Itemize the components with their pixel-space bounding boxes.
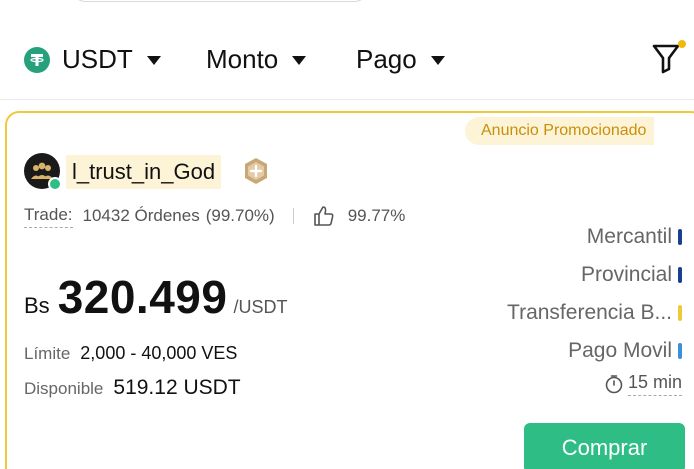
payment-filter-label: Pago bbox=[356, 44, 417, 74]
filter-active-dot bbox=[678, 40, 686, 48]
divider bbox=[0, 99, 694, 100]
available-label: Disponible bbox=[24, 379, 104, 398]
payment-method-color bbox=[678, 267, 682, 283]
time-limit-value: 15 min bbox=[627, 372, 682, 396]
timer-icon bbox=[605, 375, 623, 394]
payment-method: Mercantil bbox=[422, 218, 682, 256]
limit-row: Límite 2,000 - 40,000 VES bbox=[24, 343, 237, 364]
thumbs-up-icon bbox=[313, 206, 334, 226]
limit-value: 2,000 - 40,000 VES bbox=[80, 343, 238, 363]
payment-methods: Mercantil Provincial Transferencia B... … bbox=[422, 218, 682, 370]
chevron-down-icon bbox=[146, 56, 161, 65]
filter-bar: USDT Monto Pago bbox=[0, 30, 694, 92]
limit-label: Límite bbox=[24, 344, 71, 363]
positive-rate: 99.77% bbox=[347, 206, 406, 225]
online-status-dot bbox=[48, 177, 62, 191]
merchant-name[interactable]: l_trust_in_God bbox=[66, 155, 222, 189]
trade-label[interactable]: Trade: bbox=[24, 205, 73, 228]
asset-filter-label: USDT bbox=[62, 44, 133, 74]
chevron-down-icon bbox=[430, 56, 445, 65]
search-bar[interactable] bbox=[70, 0, 370, 2]
payment-method-name: Mercantil bbox=[586, 225, 672, 248]
funnel-icon[interactable] bbox=[651, 42, 681, 74]
payment-method-color bbox=[678, 229, 682, 245]
stats-divider bbox=[292, 208, 294, 224]
payment-method: Provincial bbox=[422, 256, 682, 294]
medal-icon bbox=[245, 158, 267, 184]
price-value: 320.499 bbox=[57, 271, 228, 323]
asset-filter[interactable]: USDT bbox=[24, 44, 161, 75]
buy-button[interactable]: Comprar bbox=[524, 423, 685, 469]
payment-method: Transferencia B... bbox=[422, 294, 682, 332]
payment-filter[interactable]: Pago bbox=[356, 44, 445, 75]
payment-method-name: Transferencia B... bbox=[507, 301, 672, 324]
available-value: 519.12 USDT bbox=[113, 376, 241, 399]
merchant-stats: Trade: 10432 Órdenes (99.70%) 99.77% bbox=[24, 204, 405, 228]
orders-count: 10432 Órdenes bbox=[82, 206, 200, 225]
price-currency: Bs bbox=[24, 293, 50, 318]
promo-badge: Anuncio Promocionado bbox=[465, 117, 655, 145]
payment-method-name: Pago Movil bbox=[568, 339, 672, 362]
time-limit[interactable]: 15 min bbox=[604, 372, 682, 396]
available-row: Disponible 519.12 USDT bbox=[24, 376, 241, 400]
payment-method-color bbox=[678, 305, 682, 321]
amount-filter[interactable]: Monto bbox=[206, 44, 307, 75]
payment-method: Pago Movil bbox=[422, 332, 682, 370]
payment-method-color bbox=[678, 343, 682, 359]
price-row: Bs 320.499 /USDT bbox=[24, 270, 287, 324]
chevron-down-icon bbox=[292, 56, 307, 65]
price-unit: /USDT bbox=[233, 297, 288, 317]
amount-filter-label: Monto bbox=[206, 44, 279, 74]
payment-method-name: Provincial bbox=[580, 263, 672, 286]
completion-rate: (99.70%) bbox=[205, 206, 275, 225]
tether-icon bbox=[24, 46, 50, 73]
